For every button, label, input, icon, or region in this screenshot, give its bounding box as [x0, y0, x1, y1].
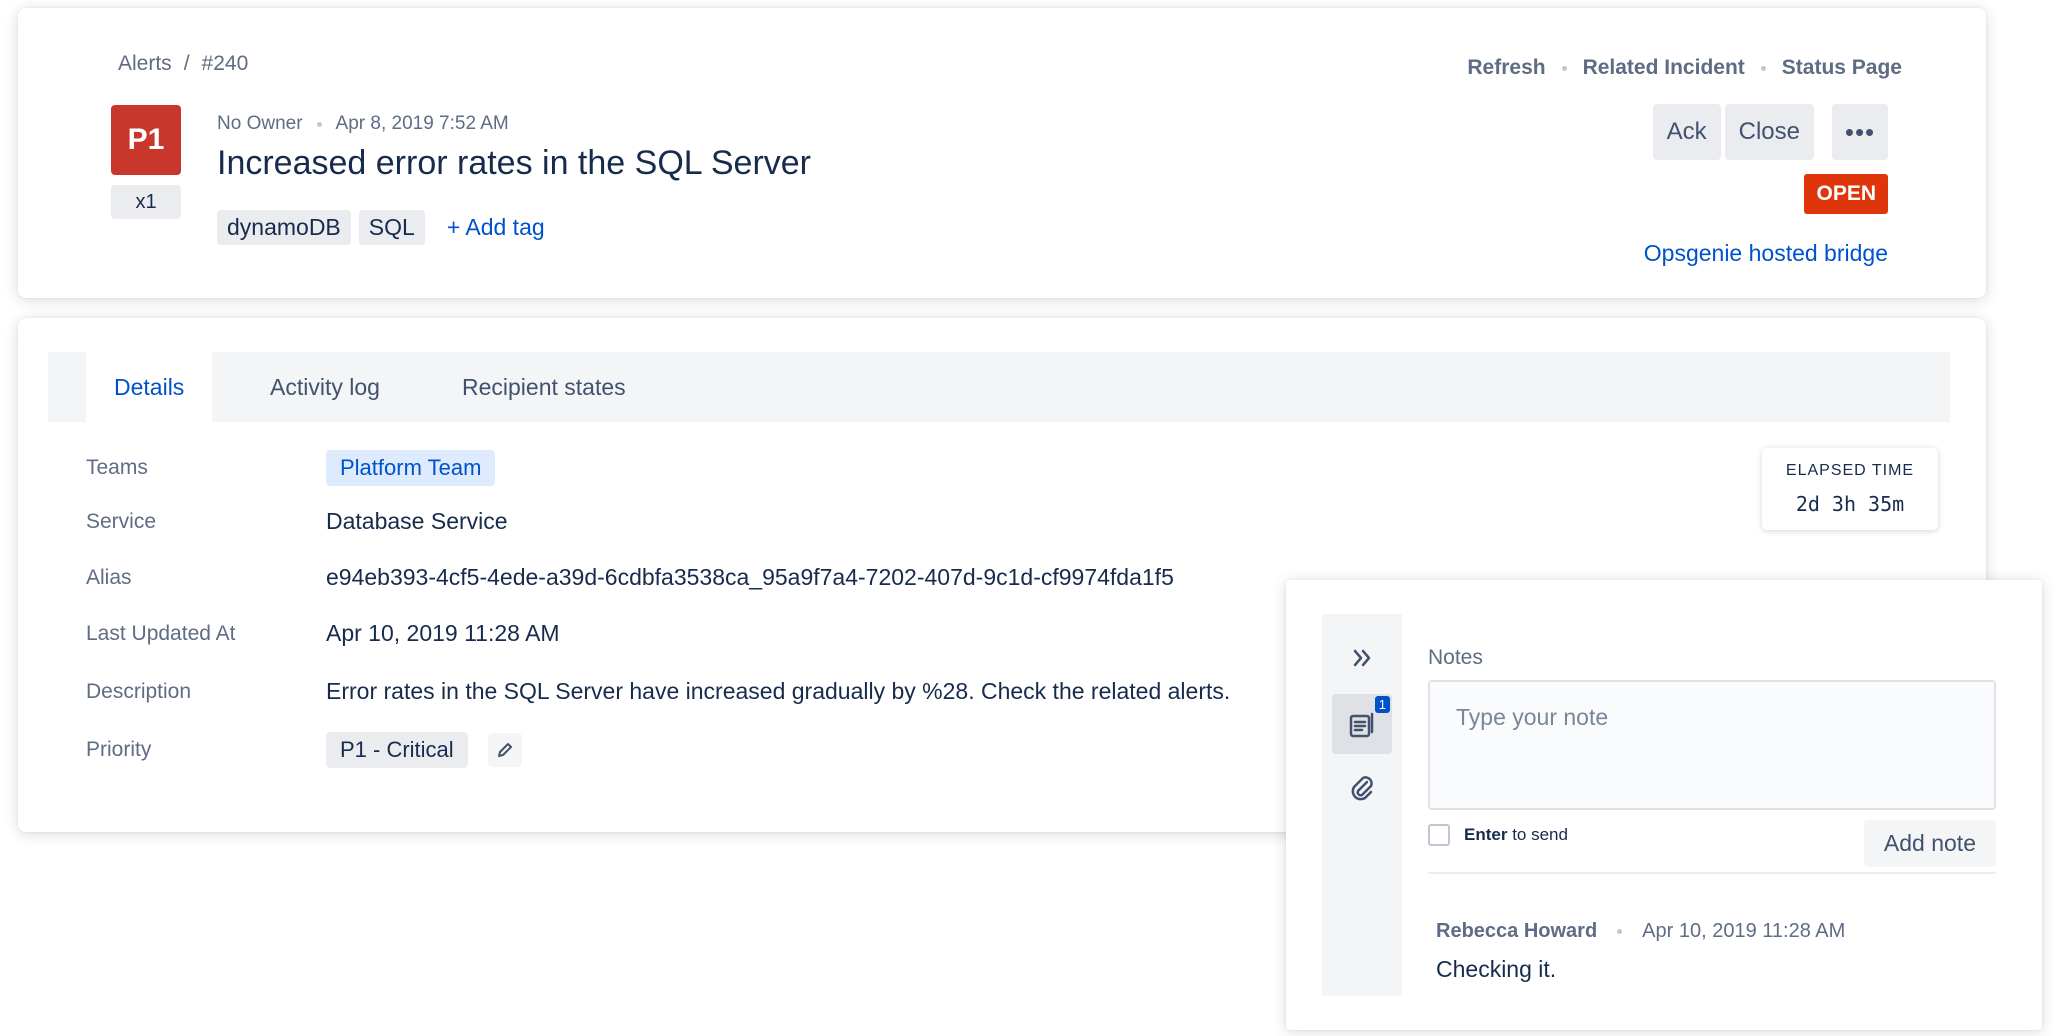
elapsed-time-label: ELAPSED TIME	[1785, 462, 1915, 479]
status-page-link[interactable]: Status Page	[1782, 56, 1902, 80]
notes-icon	[1349, 712, 1374, 738]
service-label: Service	[86, 509, 157, 533]
breadcrumb: Alerts / #240	[118, 52, 248, 76]
owner-label[interactable]: No Owner	[217, 113, 303, 135]
breadcrumb-alerts-link[interactable]: Alerts	[118, 52, 172, 76]
ack-button[interactable]: Ack	[1652, 104, 1721, 160]
alias-value: e94eb393-4cf5-4ede-a39d-6cdbfa3538ca_95a…	[326, 564, 1174, 590]
service-value: Database Service	[326, 508, 508, 534]
notes-heading: Notes	[1428, 646, 1483, 669]
created-at: Apr 8, 2019 7:52 AM	[335, 113, 509, 134]
separator-dot	[1617, 929, 1623, 934]
detail-row-alias: Alias e94eb393-4cf5-4ede-a39d-6cdbfa3538…	[86, 564, 1174, 591]
alert-title: Increased error rates in the SQL Server	[217, 144, 812, 182]
last-updated-label: Last Updated At	[86, 621, 236, 645]
separator-dot	[1760, 65, 1766, 71]
double-chevron-right-icon	[1353, 649, 1371, 667]
elapsed-time-value: 2d 3h 35m	[1795, 492, 1905, 516]
note-author: Rebecca Howard	[1436, 920, 1598, 942]
close-button[interactable]: Close	[1724, 104, 1814, 160]
add-note-button[interactable]: Add note	[1863, 820, 1996, 867]
last-updated-value: Apr 10, 2019 11:28 AM	[326, 620, 560, 646]
tag-item[interactable]: SQL	[358, 210, 425, 245]
notes-side-rail: 1	[1322, 614, 1402, 996]
separator-dot	[1561, 65, 1567, 71]
notes-divider	[1428, 872, 1996, 874]
alert-actions: Ack Close •••	[1652, 104, 1888, 160]
teams-label: Teams	[86, 456, 148, 479]
alert-count-badge: x1	[111, 185, 181, 219]
alert-header-card: Alerts / #240 P1 x1 No Owner Apr 8, 2019…	[18, 8, 1986, 298]
related-incident-link[interactable]: Related Incident	[1583, 56, 1745, 80]
tab-details[interactable]: Details	[86, 352, 213, 422]
tab-bar: Details Activity log Recipient states	[48, 352, 1950, 422]
alias-label: Alias	[86, 565, 132, 589]
detail-row-description: Description Error rates in the SQL Serve…	[86, 678, 1230, 705]
alert-meta: No Owner Apr 8, 2019 7:52 AM	[217, 113, 509, 135]
status-badge: OPEN	[1804, 174, 1888, 214]
detail-row-service: Service Database Service	[86, 508, 508, 535]
hosted-bridge-link[interactable]: Opsgenie hosted bridge	[1644, 240, 1888, 267]
description-value: Error rates in the SQL Server have incre…	[326, 678, 1231, 704]
notes-panel: 1 Notes Enter to send Add note Rebecca H…	[1286, 580, 2042, 1030]
tab-recipient-states[interactable]: Recipient states	[434, 352, 654, 422]
priority-label: Priority	[86, 738, 152, 761]
priority-badge: P1	[111, 105, 181, 175]
header-links: Refresh Related Incident Status Page	[1467, 56, 1902, 80]
detail-row-teams: Teams Platform Team	[86, 450, 496, 486]
description-label: Description	[86, 679, 192, 703]
add-tag-link[interactable]: + Add tag	[447, 214, 545, 241]
enter-to-send-label: Enter to send	[1464, 825, 1568, 845]
edit-priority-button[interactable]	[487, 733, 522, 767]
attachments-tab-button[interactable]	[1332, 758, 1392, 818]
breadcrumb-current: #240	[201, 52, 249, 75]
pencil-icon	[497, 743, 512, 757]
enter-to-send-row: Enter to send	[1428, 824, 1568, 846]
note-time: Apr 10, 2019 11:28 AM	[1642, 920, 1846, 942]
tag-list: dynamoDB SQL + Add tag	[217, 210, 545, 245]
notes-count-badge: 1	[1374, 696, 1390, 713]
elapsed-time-card: ELAPSED TIME 2d 3h 35m	[1762, 448, 1938, 530]
detail-row-priority: Priority P1 - Critical	[86, 732, 522, 768]
note-text: Checking it.	[1436, 956, 1557, 982]
tag-item[interactable]: dynamoDB	[217, 210, 351, 245]
detail-row-updated: Last Updated At Apr 10, 2019 11:28 AM	[86, 620, 560, 647]
to-send-label: to send	[1512, 825, 1568, 844]
paperclip-icon	[1351, 776, 1373, 801]
more-actions-button[interactable]: •••	[1832, 104, 1888, 160]
breadcrumb-separator: /	[183, 52, 190, 75]
collapse-panel-button[interactable]	[1332, 628, 1392, 688]
separator-dot	[316, 121, 322, 127]
tab-activity-log[interactable]: Activity log	[242, 352, 408, 422]
priority-chip: P1 - Critical	[326, 732, 468, 768]
note-input[interactable]	[1428, 680, 1996, 810]
enter-to-send-checkbox[interactable]	[1428, 824, 1450, 846]
note-meta: Rebecca Howard Apr 10, 2019 11:28 AM	[1436, 920, 1845, 943]
notes-tab-button[interactable]: 1	[1332, 694, 1392, 754]
team-chip[interactable]: Platform Team	[326, 450, 496, 486]
enter-key-label: Enter	[1464, 825, 1508, 844]
refresh-link[interactable]: Refresh	[1467, 56, 1545, 80]
